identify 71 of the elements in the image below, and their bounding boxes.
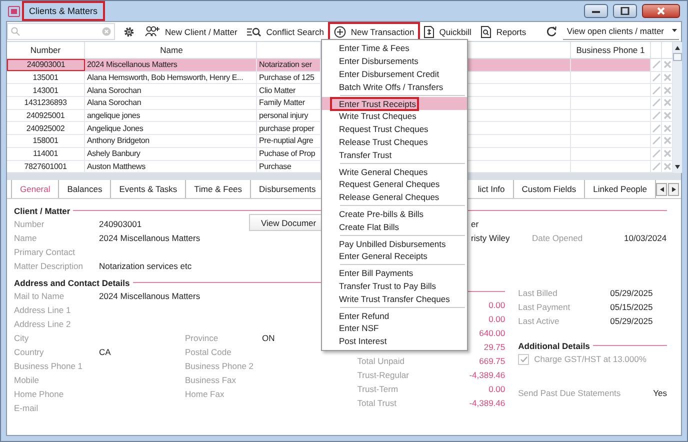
amount: 0.00 xyxy=(488,300,506,310)
field-label: Number xyxy=(14,219,46,229)
field-value: er xyxy=(471,219,480,229)
field-label: Address Line 1 xyxy=(14,305,72,315)
field-value: ON xyxy=(262,333,275,343)
table-cell: Ashely Banbury xyxy=(85,148,257,160)
table-cell: 240903001 xyxy=(7,59,85,71)
field-label: Trust-Regular xyxy=(357,370,409,380)
table-cell: 7827601001 xyxy=(7,160,85,172)
amount: 0.00 xyxy=(488,384,506,394)
table-cell: Angelique Jones xyxy=(85,122,257,134)
checkbox-label: Charge GST/HST at 13.000% xyxy=(534,354,646,364)
field-value: 10/03/2024 xyxy=(624,233,667,243)
amount: 0.00 xyxy=(488,314,506,324)
field-value: Yes xyxy=(653,388,667,398)
field-label: Home Fax xyxy=(185,389,224,399)
field-label: E-mail xyxy=(14,403,40,413)
amount: 640.00 xyxy=(479,328,506,338)
section-heading: Additional Details xyxy=(518,340,590,350)
field-label: Country xyxy=(14,347,45,357)
field-label: Mail to Name xyxy=(14,291,66,301)
table-cell: Alana Sorochan xyxy=(85,97,257,109)
table-cell: 2024 Miscellanous Matters xyxy=(85,59,257,71)
field-value: 05/29/2025 xyxy=(610,288,653,298)
table-cell: Alana Hemsworth, Bob Hemsworth, Henry E... xyxy=(85,72,257,84)
field-value: 2024 Miscellanous Matters xyxy=(99,291,200,301)
window-title: Clients & Matters xyxy=(24,3,103,19)
field-value: 2024 Miscellanous Matters xyxy=(99,233,202,243)
amount: 29.75 xyxy=(484,342,506,352)
field-label: Trust-Term xyxy=(357,384,398,394)
table-cell: 135001 xyxy=(7,72,85,84)
field-value: 05/15/2025 xyxy=(610,302,653,312)
field-value: Notarization services etc xyxy=(99,261,193,271)
field-label: Postal Code xyxy=(185,347,232,357)
field-label: Last Active xyxy=(518,316,560,326)
table-cell: Anthony Bridgeton xyxy=(85,135,257,147)
field-value: CA xyxy=(99,347,111,357)
section-heading: Client / Matter xyxy=(14,206,70,216)
field-label: Last Payment xyxy=(518,302,572,312)
field-label: Business Phone 2 xyxy=(185,361,254,371)
field-label: Address Line 2 xyxy=(14,319,72,329)
field-label: Name xyxy=(14,233,38,243)
table-cell: 1431236893 xyxy=(7,97,85,109)
field-label: Send Past Due Statements xyxy=(518,388,622,398)
field-label: Last Billed xyxy=(518,288,558,298)
table-cell: Auston Matthews xyxy=(85,160,257,172)
field-label: Total Unpaid xyxy=(357,356,405,366)
table-cell: 143001 xyxy=(7,84,85,96)
field-label: Home Phone xyxy=(14,389,65,399)
field-label: City xyxy=(14,333,30,343)
field-value: risty Wiley xyxy=(471,233,511,243)
table-cell: 114001 xyxy=(7,148,85,160)
field-label: Primary Contact xyxy=(14,247,76,257)
field-label: Matter Description xyxy=(14,261,84,271)
table-cell: 158001 xyxy=(7,135,85,147)
table-cell: 240925002 xyxy=(7,122,85,134)
field-label: Business Phone 1 xyxy=(14,361,84,371)
field-label: Mobile xyxy=(14,375,40,385)
section-heading: Address and Contact Details xyxy=(14,278,130,288)
field-label: Province xyxy=(185,333,218,343)
field-value: 240903001 xyxy=(99,219,143,229)
amount: -4,389.46 xyxy=(469,370,506,380)
table-cell: 240925001 xyxy=(7,110,85,122)
table-cell: angelique jones xyxy=(85,110,257,122)
field-label: Date Opened xyxy=(532,233,584,243)
amount: 669.75 xyxy=(479,356,506,366)
field-value: 05/29/2025 xyxy=(610,316,653,326)
field-label: Business Fax xyxy=(185,375,236,385)
field-label: Total Trust xyxy=(357,398,396,408)
table-cell: Alana Sorochan xyxy=(85,84,257,96)
amount: -4,389.46 xyxy=(469,398,506,408)
